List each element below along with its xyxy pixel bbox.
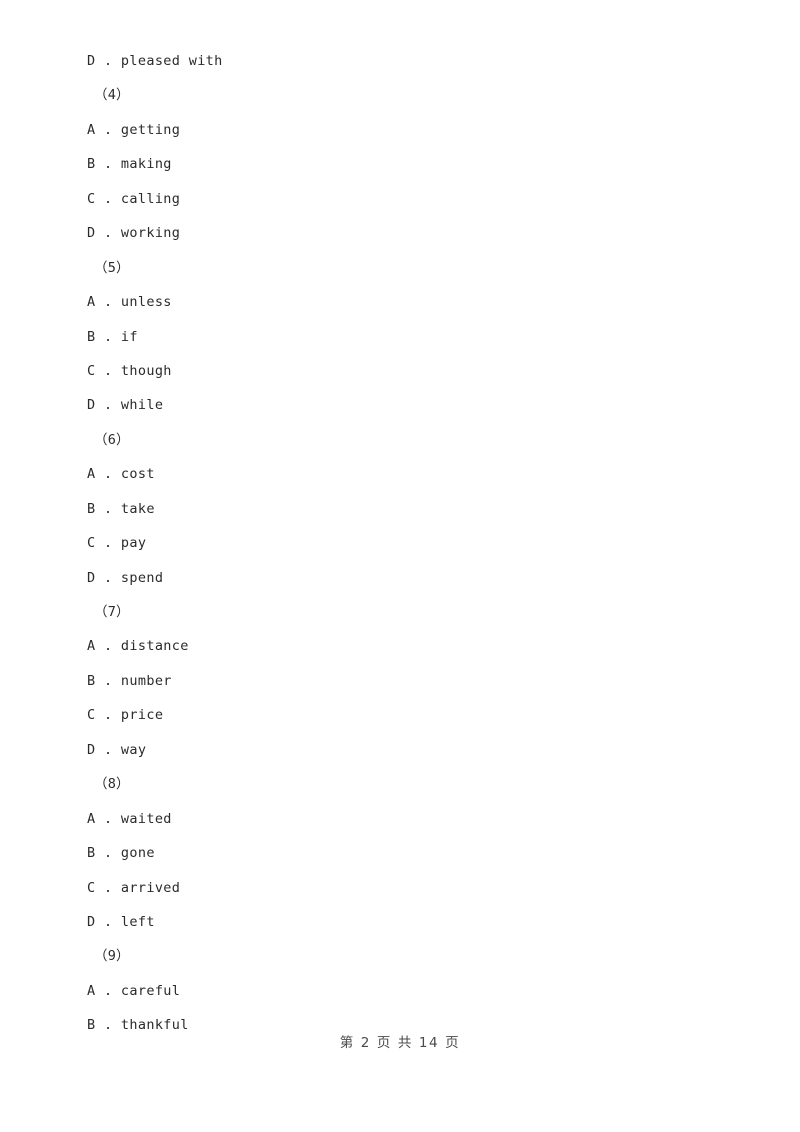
option-line: C . price xyxy=(87,707,164,724)
option-line: B . take xyxy=(87,500,155,517)
option-line: A . unless xyxy=(87,294,172,311)
option-line: B . making xyxy=(87,156,172,173)
option-line: A . getting xyxy=(87,121,181,138)
option-line: C . though xyxy=(87,362,172,379)
option-line: A . waited xyxy=(87,810,172,827)
option-line: D . left xyxy=(87,913,155,930)
option-line: D . pleased with xyxy=(87,53,223,69)
option-line: D . working xyxy=(87,225,181,242)
page-footer: 第 2 页 共 14 页 xyxy=(339,1035,461,1051)
option-line: D . while xyxy=(87,397,164,414)
option-line: B . if xyxy=(87,328,138,345)
option-line: B . gone xyxy=(87,845,155,862)
document-page: D . pleased with （4） A . getting B . mak… xyxy=(0,0,800,1132)
option-line: C . calling xyxy=(87,190,181,207)
option-line: D . way xyxy=(87,741,147,758)
question-number: （6） xyxy=(94,431,130,448)
option-line: C . arrived xyxy=(87,879,181,896)
option-line: B . number xyxy=(87,672,172,689)
option-line: A . cost xyxy=(87,466,155,483)
option-line: C . pay xyxy=(87,535,147,552)
question-number: （8） xyxy=(94,776,130,793)
option-line: D . spend xyxy=(87,569,164,586)
question-number: （4） xyxy=(94,87,130,104)
option-line: A . distance xyxy=(87,638,189,655)
question-options-block: D . pleased with （4） A . getting B . mak… xyxy=(87,44,727,1043)
question-number: （5） xyxy=(94,259,130,276)
question-number: （7） xyxy=(94,604,130,620)
question-number: （9） xyxy=(94,948,130,965)
option-line: A . careful xyxy=(87,982,181,999)
